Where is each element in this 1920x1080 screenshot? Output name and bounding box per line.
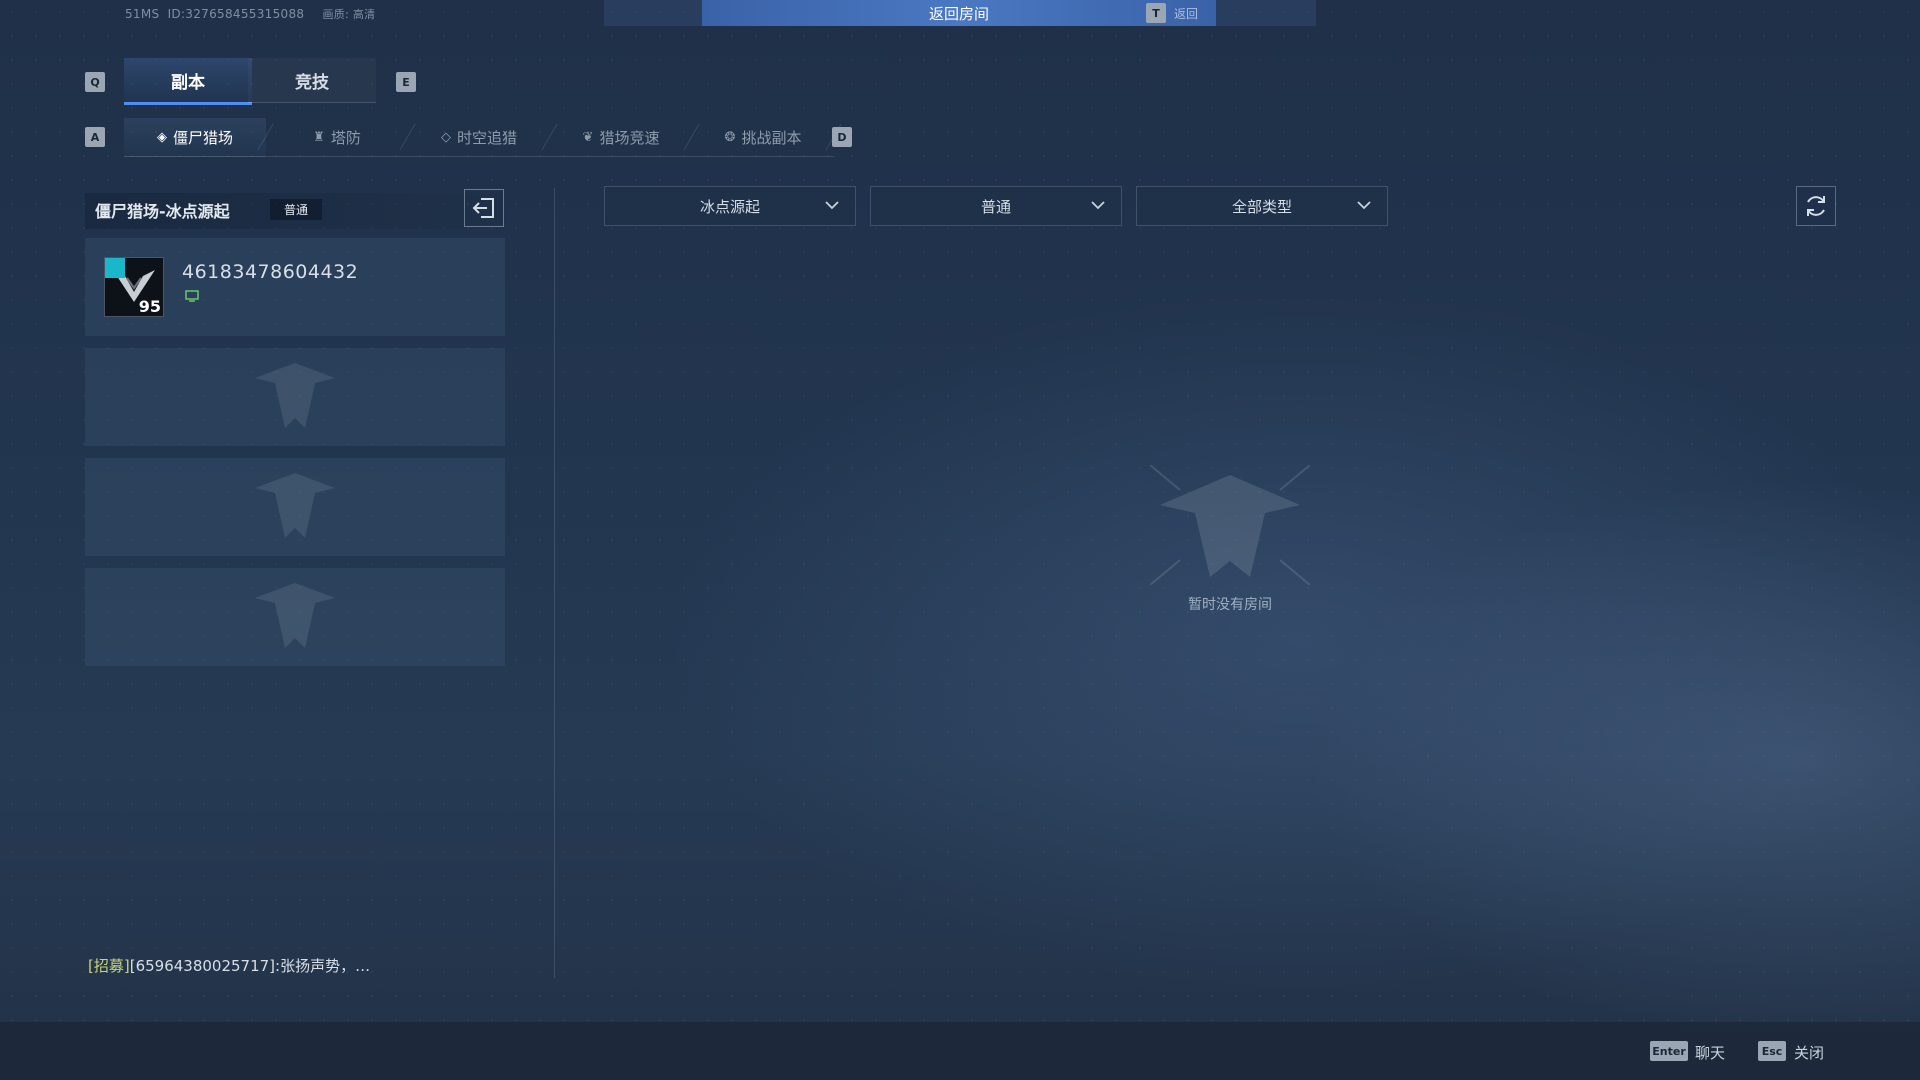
tab-arena[interactable]: 竞技 <box>248 58 376 103</box>
empty-player-slot <box>85 458 505 556</box>
next-sub-tab-key: D <box>832 127 852 147</box>
bottom-bar <box>0 1022 1920 1080</box>
system-info: 51MS ID:327658455315088 画质: 高清 <box>125 6 375 22</box>
close-button[interactable]: 关闭 <box>1794 1042 1824 1063</box>
next-main-tab-key: E <box>396 72 416 92</box>
tab-dungeon-label: 副本 <box>171 72 205 93</box>
map-filter-value: 冰点源起 <box>699 197 760 216</box>
return-key-hint: T <box>1146 3 1166 23</box>
chevron-down-icon <box>1091 201 1105 210</box>
player-id: 46183478604432 <box>182 261 359 283</box>
subtab-label: 时空追猎 <box>456 128 517 147</box>
sub-tabs: ◈ 僵尸猎场 ♜ 塔防 ◇ 时空追猎 ❦ 猎场竞速 ❂ 挑战副本 <box>124 118 834 157</box>
recruit-tag: [招募] <box>88 957 130 975</box>
subtab-challenge[interactable]: ❂ 挑战副本 <box>692 118 834 157</box>
ms-readout: 51MS <box>125 7 160 21</box>
refresh-button[interactable] <box>1796 186 1836 226</box>
challenge-icon: ❂ <box>724 129 736 145</box>
difficulty-filter-value: 普通 <box>980 197 1011 216</box>
return-room-label: 返回房间 <box>928 4 989 23</box>
exit-icon <box>472 198 494 218</box>
difficulty-filter-dropdown[interactable]: 普通 <box>870 186 1122 226</box>
refresh-icon <box>1807 196 1825 216</box>
panel-divider <box>554 188 555 978</box>
prev-main-tab-key: Q <box>85 72 105 92</box>
flag-icon <box>105 258 125 278</box>
return-room-button[interactable]: 返回房间 <box>702 0 1216 26</box>
chat-button[interactable]: 聊天 <box>1695 1042 1725 1063</box>
return-hint-label: 返回 <box>1174 7 1199 21</box>
main-tabs: 副本 竞技 <box>124 58 376 105</box>
player-level: 95 <box>138 297 161 316</box>
room-difficulty-badge: 普通 <box>270 199 323 220</box>
exit-room-button[interactable] <box>464 189 504 227</box>
room-title: 僵尸猎场-冰点源起 <box>95 202 230 221</box>
recruit-text: [65964380025717]:张扬声势，… <box>129 957 371 975</box>
tower-defense-icon: ♜ <box>313 129 325 145</box>
watermark-logo-icon <box>255 583 335 648</box>
watermark-logo-icon <box>255 363 335 428</box>
subtab-label: 挑战副本 <box>741 128 802 147</box>
empty-state-text: 暂时没有房间 <box>1188 597 1272 613</box>
user-id: ID:327658455315088 <box>167 7 305 21</box>
tab-dungeon[interactable]: 副本 <box>124 58 252 105</box>
time-hunt-icon: ◇ <box>440 129 451 145</box>
subtab-time-hunt[interactable]: ◇ 时空追猎 <box>408 118 550 157</box>
esc-key-hint: Esc <box>1758 1041 1786 1061</box>
subtab-zombie-hunt[interactable]: ◈ 僵尸猎场 <box>124 118 266 157</box>
type-filter-dropdown[interactable]: 全部类型 <box>1136 186 1388 226</box>
recruit-message[interactable]: [招募][65964380025717]:张扬声势，… <box>88 955 370 976</box>
tab-arena-label: 竞技 <box>295 72 329 93</box>
subtab-label: 猎场竞速 <box>599 128 660 147</box>
empty-player-slot <box>85 568 505 666</box>
type-filter-value: 全部类型 <box>1231 197 1292 216</box>
zombie-hunt-icon: ◈ <box>156 129 167 145</box>
monitor-icon <box>185 290 199 302</box>
empty-player-slot <box>85 348 505 446</box>
chevron-down-icon <box>825 201 839 210</box>
chevron-down-icon <box>1357 201 1371 210</box>
subtab-tower-defense[interactable]: ♜ 塔防 <box>266 118 408 157</box>
speed-hunt-icon: ❦ <box>582 129 594 145</box>
empty-logo-icon <box>1150 465 1310 585</box>
subtab-label: 塔防 <box>330 128 361 147</box>
subtab-speed-hunt[interactable]: ❦ 猎场竞速 <box>550 118 692 157</box>
avatar[interactable]: 95 <box>104 257 164 317</box>
prev-sub-tab-key: A <box>85 127 105 147</box>
subtab-label: 僵尸猎场 <box>172 128 233 147</box>
quality-readout: 画质: 高清 <box>322 8 376 21</box>
map-filter-dropdown[interactable]: 冰点源起 <box>604 186 856 226</box>
enter-key-hint: Enter <box>1650 1041 1688 1061</box>
watermark-logo-icon <box>255 473 335 538</box>
